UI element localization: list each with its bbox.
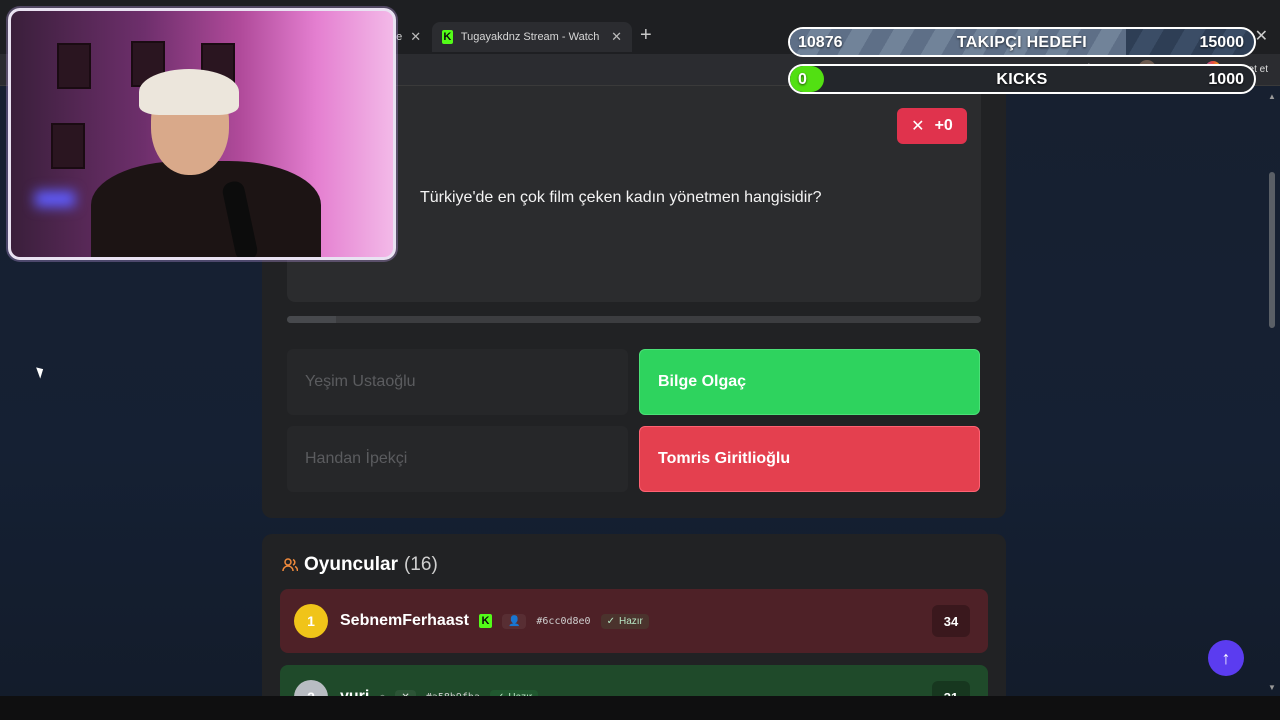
streamer-hair <box>139 69 239 115</box>
players-heading: Oyuncular (16) <box>282 554 438 576</box>
close-tab-icon[interactable]: ✕ <box>410 29 421 45</box>
kicks-target: 1000 <box>1208 71 1244 88</box>
ready-label: Hazır <box>618 615 643 627</box>
wall-frame <box>51 123 85 169</box>
kicks-goal-label: KICKS <box>996 71 1048 88</box>
user-icon: 👤 <box>501 613 527 629</box>
check-icon: ✓ <box>606 615 615 627</box>
kick-logo-icon: K <box>478 614 492 628</box>
timer-progress-bar <box>287 316 981 323</box>
answer-label: Yeşim Ustaoğlu <box>305 373 416 390</box>
follower-goal-label: TAKIPÇI HEDEFI <box>956 34 1088 51</box>
rank-badge: 1 <box>294 604 328 638</box>
scrollbar-thumb[interactable] <box>1269 172 1275 328</box>
streamer-body <box>91 161 321 257</box>
wall-frame <box>57 43 91 89</box>
player-row: 1 SebnemFerhaast K 👤 #6cc0d8e0 ✓ Hazır 3… <box>280 589 988 653</box>
timer-progress-fill <box>287 316 336 323</box>
browser-tab-active[interactable]: K Tugayakdnz Stream - Watch Live o ✕ <box>432 22 632 52</box>
arrow-up-icon: ↑ <box>1221 647 1231 668</box>
scroll-to-top-button[interactable]: ↑ <box>1208 640 1244 676</box>
players-card: Oyuncular (16) 1 SebnemFerhaast K 👤 #6cc… <box>262 534 1006 720</box>
taskbar-strip <box>0 696 1280 720</box>
users-icon <box>282 558 298 572</box>
score-chip: ✕ +0 <box>897 108 967 144</box>
webcam-overlay <box>8 8 396 260</box>
kicks-goal-bar: 0 KICKS 1000 <box>788 64 1256 94</box>
close-tab-icon[interactable]: ✕ <box>611 29 622 45</box>
scroll-up-arrow-icon[interactable]: ▲ <box>1268 92 1276 101</box>
answer-option[interactable]: Yeşim Ustaoğlu <box>287 349 628 415</box>
players-count: (16) <box>403 554 438 575</box>
answer-label: Tomris Giritlioğlu <box>658 450 791 467</box>
window-close-icon[interactable]: ✕ <box>1255 26 1268 46</box>
plus-icon[interactable]: + <box>640 24 652 47</box>
neon-light <box>35 191 75 207</box>
players-title: Oyuncular <box>304 554 398 575</box>
answer-option[interactable]: Handan İpekçi <box>287 426 628 492</box>
tab-title: Tugayakdnz Stream - Watch Live o <box>460 31 603 43</box>
answer-option-wrong[interactable]: Tomris Giritlioğlu <box>639 426 980 492</box>
answer-label: Handan İpekçi <box>305 450 408 467</box>
player-hash: #6cc0d8e0 <box>536 615 591 627</box>
follower-target: 15000 <box>1199 34 1245 51</box>
score-chip-value: +0 <box>934 117 953 134</box>
x-icon: ✕ <box>911 118 925 135</box>
ready-badge: ✓ Hazır <box>600 613 649 629</box>
answer-option-correct[interactable]: Bilge Olgaç <box>639 349 980 415</box>
player-score: 34 <box>932 605 970 637</box>
follower-goal-bar: 10876 TAKIPÇI HEDEFI 15000 <box>788 27 1256 57</box>
scroll-down-arrow-icon[interactable]: ▼ <box>1268 683 1276 692</box>
question-text: Türkiye'de en çok film çeken kadın yönet… <box>420 189 822 206</box>
page-scrollbar[interactable]: ▲ ▼ <box>1268 92 1276 692</box>
answer-label: Bilge Olgaç <box>658 373 747 390</box>
player-name: SebnemFerhaast <box>340 612 469 629</box>
kick-logo-icon: K <box>442 30 453 44</box>
